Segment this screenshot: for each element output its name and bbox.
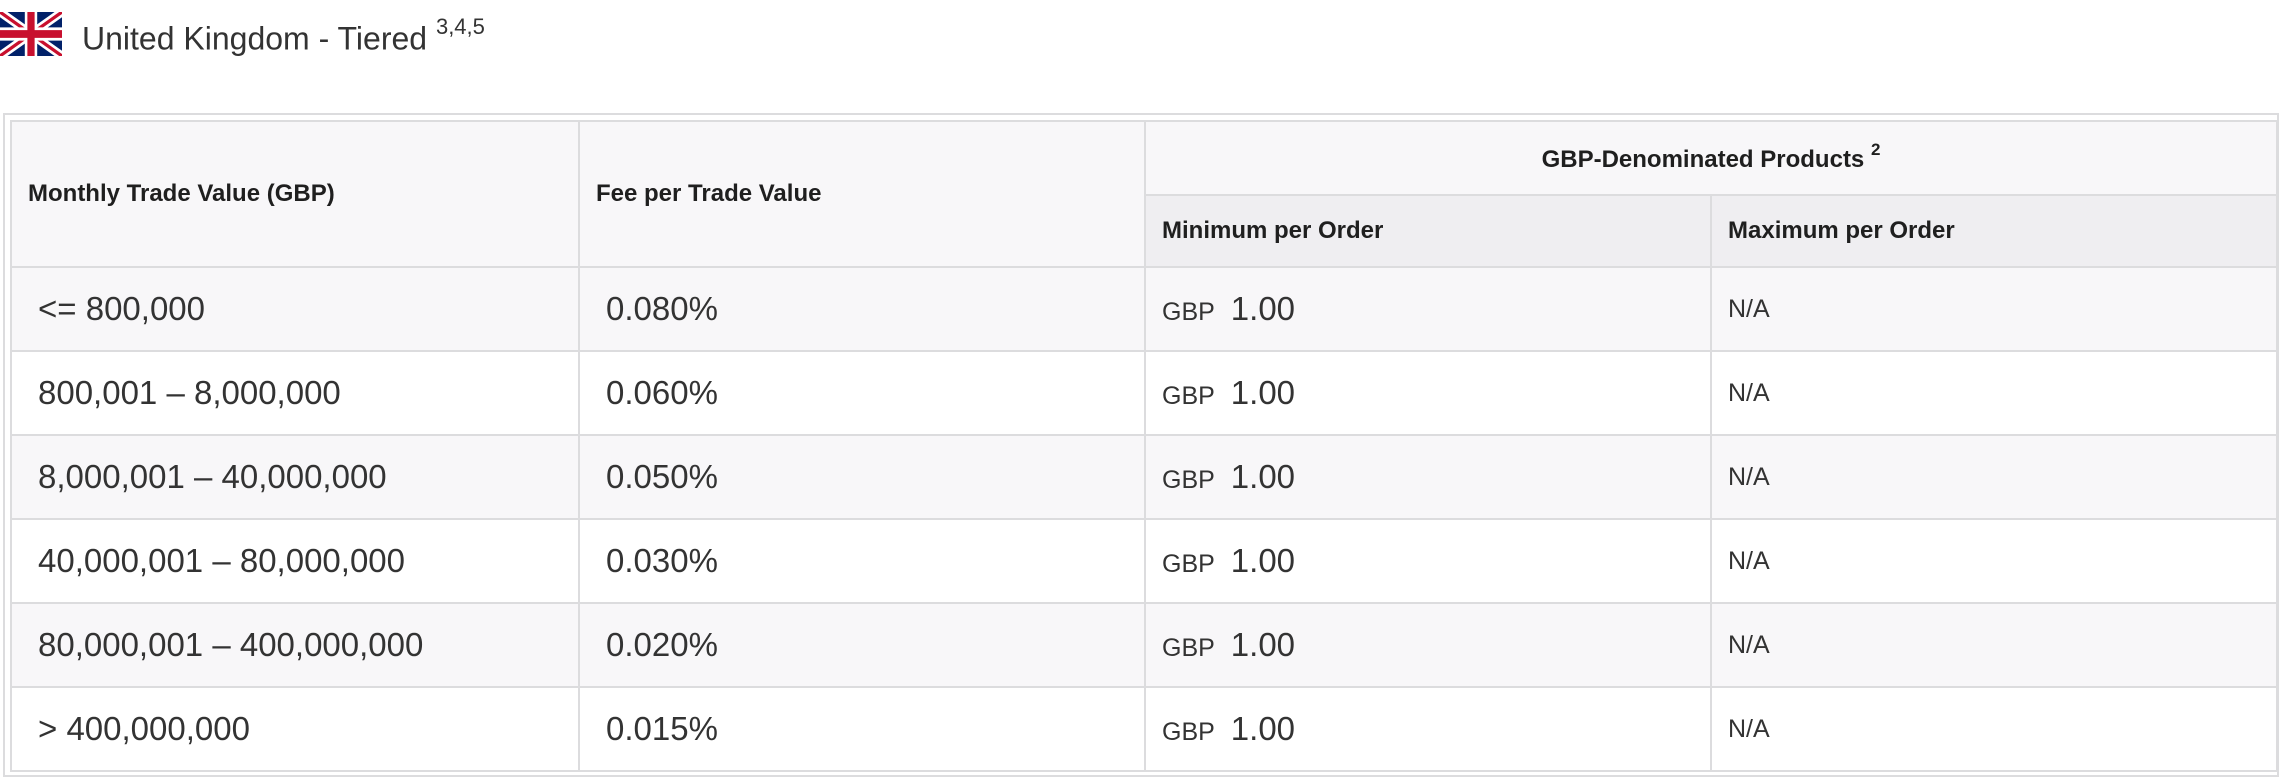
cell-fee: 0.015% [578, 686, 1146, 772]
cell-minimum: GBP 1.00 [1144, 266, 1712, 352]
currency-code: GBP [1162, 298, 1215, 326]
header-gbp-group: GBP-Denominated Products 2 [1144, 120, 2278, 196]
table-row: > 400,000,000 0.015% GBP 1.00 N/A [10, 686, 2278, 772]
cell-maximum: N/A [1710, 602, 2278, 688]
cell-minimum: GBP 1.00 [1144, 686, 1712, 772]
cell-range: 800,001 – 8,000,000 [10, 350, 580, 436]
minimum-value: 1.00 [1230, 626, 1296, 663]
cell-maximum: N/A [1710, 350, 2278, 436]
header-gbp-group-label: GBP-Denominated Products [1541, 145, 1865, 173]
header-trade-value: Monthly Trade Value (GBP) [10, 120, 580, 268]
table-row: 40,000,001 – 80,000,000 0.030% GBP 1.00 N… [10, 518, 2278, 604]
fee-table: Monthly Trade Value (GBP) Fee per Trade … [10, 120, 2278, 772]
currency-code: GBP [1162, 466, 1215, 494]
cell-maximum: N/A [1710, 686, 2278, 772]
cell-range: 8,000,001 – 40,000,000 [10, 434, 580, 520]
cell-minimum: GBP 1.00 [1144, 434, 1712, 520]
currency-code: GBP [1162, 550, 1215, 578]
uk-flag-icon [0, 12, 62, 56]
page-title-text: United Kingdom - Tiered [82, 20, 428, 57]
cell-range: 40,000,001 – 80,000,000 [10, 518, 580, 604]
table-body: <= 800,000 0.080% GBP 1.00 N/A 800,001 – … [10, 266, 2278, 772]
table-row: 80,000,001 – 400,000,000 0.020% GBP 1.00 … [10, 602, 2278, 688]
cell-minimum: GBP 1.00 [1144, 602, 1712, 688]
currency-code: GBP [1162, 634, 1215, 662]
cell-fee: 0.030% [578, 518, 1146, 604]
cell-fee: 0.050% [578, 434, 1146, 520]
cell-range: <= 800,000 [10, 266, 580, 352]
minimum-value: 1.00 [1230, 458, 1296, 495]
minimum-value: 1.00 [1230, 710, 1296, 747]
cell-range: > 400,000,000 [10, 686, 580, 772]
cell-minimum: GBP 1.00 [1144, 518, 1712, 604]
title-footnotes: 3,4,5 [435, 14, 485, 39]
cell-fee: 0.060% [578, 350, 1146, 436]
header-gbp-group-footnote: 2 [1870, 139, 1881, 159]
header-maximum: Maximum per Order [1710, 194, 2278, 268]
table-row: <= 800,000 0.080% GBP 1.00 N/A [10, 266, 2278, 352]
cell-maximum: N/A [1710, 266, 2278, 352]
minimum-value: 1.00 [1230, 290, 1296, 327]
page-title: United Kingdom - Tiered 3,4,5 [82, 14, 485, 58]
cell-fee: 0.080% [578, 266, 1146, 352]
cell-minimum: GBP 1.00 [1144, 350, 1712, 436]
table-row: 8,000,001 – 40,000,000 0.050% GBP 1.00 N/… [10, 434, 2278, 520]
header-minimum: Minimum per Order [1144, 194, 1712, 268]
table-row: 800,001 – 8,000,000 0.060% GBP 1.00 N/A [10, 350, 2278, 436]
header-fee: Fee per Trade Value [578, 120, 1146, 268]
currency-code: GBP [1162, 382, 1215, 410]
currency-code: GBP [1162, 718, 1215, 746]
cell-range: 80,000,001 – 400,000,000 [10, 602, 580, 688]
minimum-value: 1.00 [1230, 374, 1296, 411]
cell-maximum: N/A [1710, 518, 2278, 604]
fee-table-container: Monthly Trade Value (GBP) Fee per Trade … [3, 113, 2279, 777]
minimum-value: 1.00 [1230, 542, 1296, 579]
cell-maximum: N/A [1710, 434, 2278, 520]
cell-fee: 0.020% [578, 602, 1146, 688]
